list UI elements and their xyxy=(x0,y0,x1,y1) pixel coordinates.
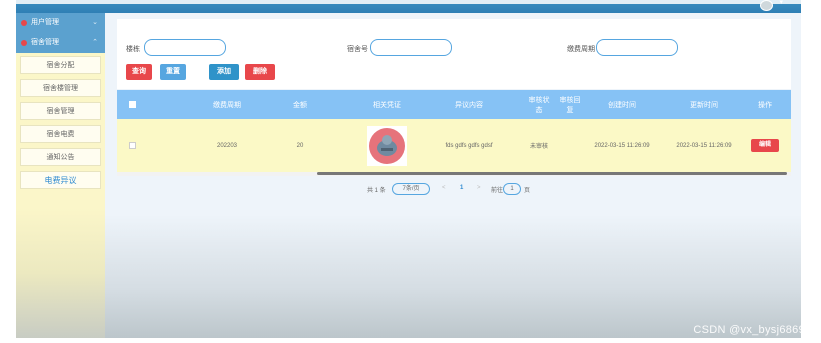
cell-reply xyxy=(558,119,582,172)
chevron-down-icon[interactable]: ▾ xyxy=(779,0,783,6)
col-actions: 操作 xyxy=(758,101,772,109)
col-created: 创建时间 xyxy=(608,101,636,109)
next-page-button[interactable]: > xyxy=(477,185,481,191)
period-label: 缴费周期 xyxy=(567,46,595,53)
sidebar: 用户管理 ⌄ 宿舍管理 ⌃ 宿舍分配 宿舍楼管理 宿舍管理 宿舍电费 通知公告 … xyxy=(16,13,105,338)
cell-status: 未审核 xyxy=(529,144,548,150)
cell-content: fds gdfs gdfs gdsf xyxy=(445,142,493,149)
prev-page-button[interactable]: < xyxy=(442,185,446,191)
col-reply: 审核回复 xyxy=(559,96,581,114)
cell-period: 202203 xyxy=(216,142,238,149)
room-input[interactable] xyxy=(370,39,452,56)
menu-group-dorm[interactable]: 宿舍管理 ⌃ xyxy=(16,33,105,53)
menu-group-label: 宿舍管理 xyxy=(31,39,59,46)
room-label: 宿舍号 xyxy=(347,46,368,53)
user-icon xyxy=(21,20,27,26)
submenu: 宿舍分配 宿舍楼管理 宿舍管理 宿舍电费 通知公告 电费异议 xyxy=(16,53,105,189)
search-panel: 楼栋 宿舍号 缴费周期 查询 重置 添加 删除 xyxy=(117,19,791,89)
cell-updated: 2022-03-15 11:26:09 xyxy=(676,142,732,149)
total-count: 共 1 条 xyxy=(367,188,386,194)
cell-created: 2022-03-15 11:26:09 xyxy=(594,142,650,149)
cell-amount: 20 xyxy=(296,142,304,149)
menu-group-label: 用户管理 xyxy=(31,19,59,26)
menu-group-users[interactable]: 用户管理 ⌄ xyxy=(16,13,105,33)
page-suffix: 页 xyxy=(524,188,531,194)
top-header: ▾ xyxy=(16,0,801,13)
chevron-up-icon: ⌃ xyxy=(92,39,98,46)
chevron-down-icon: ⌄ xyxy=(92,19,98,26)
current-page[interactable]: 1 xyxy=(460,185,463,191)
period-input[interactable] xyxy=(596,39,678,56)
avatar[interactable] xyxy=(760,0,773,11)
query-button[interactable]: 查询 xyxy=(126,64,152,80)
select-all-checkbox[interactable] xyxy=(128,101,136,108)
data-table: 缴费周期 金额 相关凭证 异议内容 审核状态 审核回复 创建时间 更新时间 操作… xyxy=(117,90,791,195)
sidebar-item-dorm-assign[interactable]: 宿舍分配 xyxy=(20,56,101,74)
sidebar-item-electricity[interactable]: 宿舍电费 xyxy=(20,125,101,143)
edit-button[interactable]: 编辑 xyxy=(751,139,779,152)
building-label: 楼栋 xyxy=(126,46,140,53)
table-row: 202203 20 fds gdfs gdfs gdsf 未审核 2022-03… xyxy=(117,119,791,173)
scrollbar-thumb[interactable] xyxy=(317,172,787,175)
building-input[interactable] xyxy=(144,39,226,56)
page-size-select[interactable]: 7条/页 xyxy=(392,183,430,195)
col-amount: 金额 xyxy=(293,101,307,109)
sidebar-item-notice[interactable]: 通知公告 xyxy=(20,148,101,166)
goto-label: 前往 xyxy=(491,188,504,194)
horizontal-scrollbar[interactable] xyxy=(117,172,791,176)
col-proof: 相关凭证 xyxy=(373,101,401,109)
sidebar-item-building[interactable]: 宿舍楼管理 xyxy=(20,79,101,97)
col-period: 缴费周期 xyxy=(213,101,241,109)
reset-button[interactable]: 重置 xyxy=(160,64,186,80)
table-header: 缴费周期 金额 相关凭证 异议内容 审核状态 审核回复 创建时间 更新时间 操作 xyxy=(117,90,791,119)
col-content: 异议内容 xyxy=(455,101,483,109)
main-content: 楼栋 宿舍号 缴费周期 查询 重置 添加 删除 缴费周期 金额 相关凭证 异议内… xyxy=(105,13,801,338)
delete-button[interactable]: 删除 xyxy=(245,64,275,80)
col-updated: 更新时间 xyxy=(690,101,718,109)
row-checkbox[interactable] xyxy=(128,142,136,149)
goto-input[interactable]: 1 xyxy=(503,183,521,195)
proof-image[interactable] xyxy=(367,125,407,166)
home-icon xyxy=(21,40,27,46)
watermark: CSDN @vx_bysj6869 xyxy=(693,324,805,336)
sidebar-item-dispute[interactable]: 电费异议 xyxy=(20,171,101,189)
app-frame: ▾ 用户管理 ⌄ 宿舍管理 ⌃ 宿舍分配 宿舍楼管理 宿舍管理 宿舍电费 通知公… xyxy=(16,0,801,338)
add-button[interactable]: 添加 xyxy=(209,64,239,80)
col-status: 审核状态 xyxy=(528,96,550,114)
sidebar-item-dorm[interactable]: 宿舍管理 xyxy=(20,102,101,120)
